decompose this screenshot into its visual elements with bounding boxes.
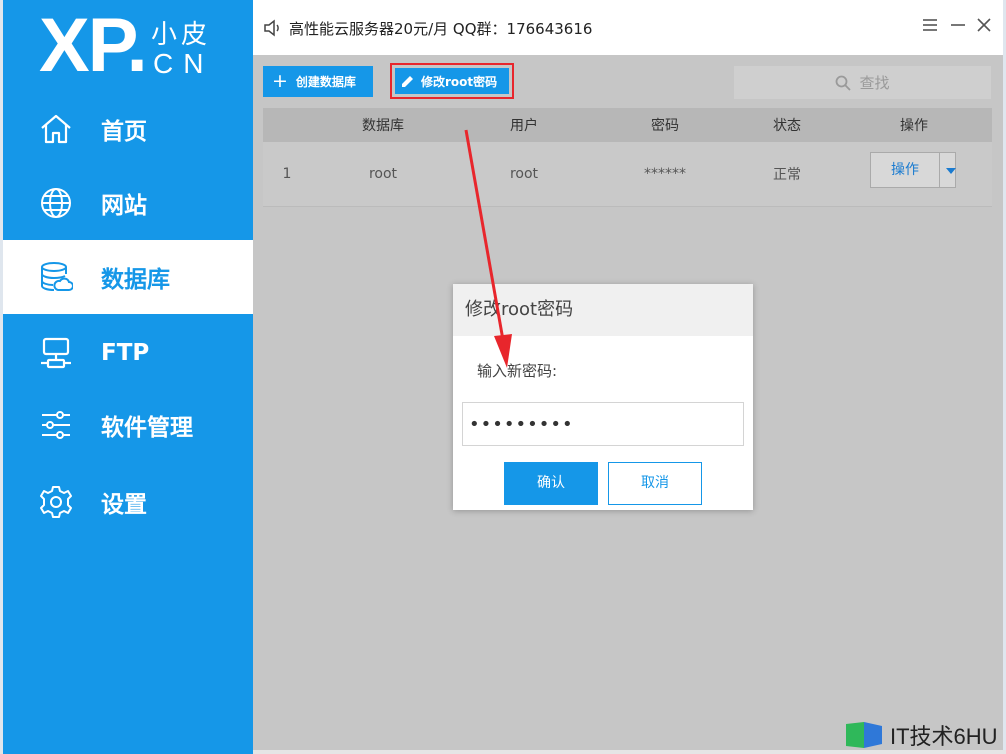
- change-password-dialog: 修改root密码 输入新密码: 确认 取消: [453, 284, 753, 510]
- watermark: IT技术6HU: [844, 718, 998, 752]
- sidebar-item-label: 网站: [101, 193, 147, 219]
- toolbar: + 创建数据库 修改root密码 查找: [253, 55, 1003, 110]
- new-password-label: 输入新密码:: [477, 362, 558, 380]
- announcement-text: 高性能云服务器20元/月 QQ群：176643616: [289, 20, 593, 38]
- menu-icon[interactable]: [919, 14, 941, 36]
- sidebar-item-software[interactable]: 软件管理: [3, 388, 253, 462]
- pencil-icon: [402, 76, 413, 87]
- search-input[interactable]: 查找: [734, 66, 991, 99]
- cancel-button[interactable]: 取消: [608, 462, 702, 505]
- app-logo: XP. 小皮 CN: [3, 0, 253, 92]
- globe-icon: [41, 188, 71, 218]
- column-header-user: 用户: [510, 118, 538, 134]
- create-database-label: 创建数据库: [295, 75, 356, 89]
- column-header-status: 状态: [773, 118, 801, 134]
- confirm-button[interactable]: 确认: [504, 462, 598, 505]
- row-status: 正常: [773, 167, 801, 183]
- sidebar: XP. 小皮 CN 首页 网站 数据库 FTP 软件管理 设置: [3, 0, 253, 754]
- row-database: root: [368, 166, 398, 182]
- sidebar-item-label: 设置: [101, 492, 147, 518]
- table-row[interactable]: 1 root root ****** 正常 操作: [263, 142, 992, 207]
- speaker-icon: [264, 19, 279, 37]
- search-placeholder: 查找: [859, 74, 890, 92]
- search-icon: [836, 75, 852, 91]
- dialog-title: 修改root密码: [453, 284, 753, 336]
- sidebar-item-label: 首页: [101, 119, 147, 145]
- new-password-input[interactable]: [462, 402, 744, 446]
- sidebar-item-label: 数据库: [101, 267, 170, 293]
- sidebar-item-home[interactable]: 首页: [3, 92, 253, 166]
- create-database-button[interactable]: + 创建数据库: [263, 66, 373, 97]
- logo-cn-bottom: CN: [153, 48, 214, 79]
- sidebar-item-ftp[interactable]: FTP: [3, 316, 253, 390]
- close-icon[interactable]: [973, 14, 995, 36]
- column-header-password: 密码: [651, 118, 679, 134]
- sidebar-item-database[interactable]: 数据库: [3, 240, 253, 314]
- action-dropdown-button[interactable]: 操作: [870, 152, 956, 188]
- change-root-password-button[interactable]: 修改root密码: [395, 68, 509, 94]
- table-header: 数据库 用户 密码 状态 操作: [263, 108, 992, 142]
- caret-down-icon[interactable]: [946, 168, 956, 174]
- logo-xp: XP.: [39, 3, 148, 88]
- row-user: root: [509, 166, 539, 182]
- sidebar-item-label: FTP: [101, 340, 150, 366]
- watermark-text: IT技术6HU: [890, 724, 998, 749]
- title-bar: 高性能云服务器20元/月 QQ群：176643616: [253, 0, 1003, 55]
- plus-icon: +: [272, 70, 288, 92]
- row-index: 1: [282, 166, 292, 182]
- logo-cn-top: 小皮: [151, 20, 212, 50]
- row-password: ******: [644, 166, 686, 182]
- change-root-password-label: 修改root密码: [421, 74, 498, 89]
- minimize-icon[interactable]: [947, 14, 969, 36]
- watermark-logo-icon: [846, 722, 882, 748]
- sliders-icon: [42, 411, 70, 439]
- database-icon: [41, 262, 73, 291]
- action-label: 操作: [871, 153, 940, 187]
- sidebar-item-settings[interactable]: 设置: [3, 465, 253, 539]
- database-table: 数据库 用户 密码 状态 操作 1 root root ****** 正常 操作: [263, 108, 992, 207]
- sidebar-item-label: 软件管理: [101, 415, 193, 441]
- column-header-action: 操作: [900, 118, 928, 134]
- ftp-server-icon: [41, 337, 71, 369]
- gear-icon: [40, 486, 72, 518]
- sidebar-item-website[interactable]: 网站: [3, 166, 253, 240]
- column-header-database: 数据库: [362, 118, 404, 134]
- highlight-box: 修改root密码: [390, 63, 514, 99]
- home-icon: [41, 114, 71, 144]
